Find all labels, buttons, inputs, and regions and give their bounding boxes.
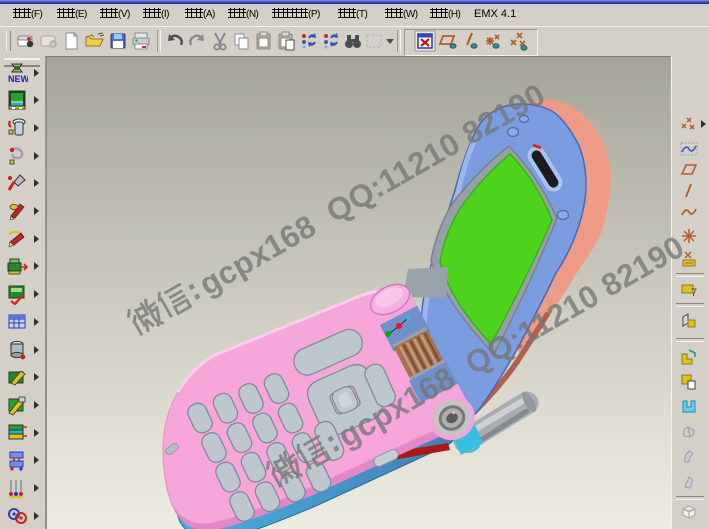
svg-text:7: 7 — [691, 287, 697, 299]
